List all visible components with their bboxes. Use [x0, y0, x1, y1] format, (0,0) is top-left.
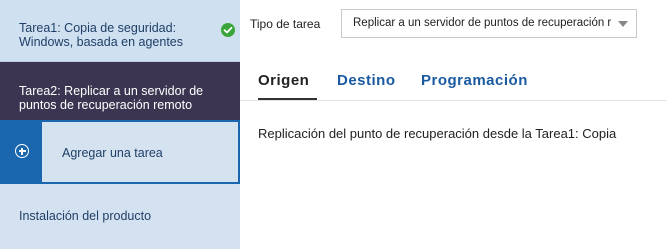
active-tab-indicator: [258, 98, 317, 100]
sidebar-item-task2-label: Tarea2: Replicar a un servidor de puntos…: [19, 84, 204, 112]
task-type-select[interactable]: Replicar a un servidor de puntos de recu…: [341, 9, 637, 38]
add-task-label: Agregar una tarea: [62, 146, 163, 160]
tab-origen[interactable]: Origen: [258, 72, 309, 89]
tab-destino[interactable]: Destino: [337, 72, 396, 89]
source-description: Replicación del punto de recuperación de…: [258, 126, 617, 141]
check-circle-icon: [221, 23, 235, 37]
task-type-select-value: Replicar a un servidor de puntos de recu…: [353, 17, 612, 29]
sidebar-item-task2[interactable]: Tarea2: Replicar a un servidor de puntos…: [0, 62, 240, 120]
sidebar-item-install[interactable]: Instalación del producto: [0, 186, 240, 249]
sidebar: Tarea1: Copia de seguridad: Windows, bas…: [0, 0, 240, 249]
add-task-icon-block: [2, 122, 42, 182]
task-type-label: Tipo de tarea: [250, 17, 321, 31]
chevron-down-icon: [618, 21, 628, 27]
sidebar-item-task1[interactable]: Tarea1: Copia de seguridad: Windows, bas…: [0, 0, 240, 62]
sidebar-item-task1-label: Tarea1: Copia de seguridad: Windows, bas…: [19, 21, 183, 49]
add-task-button[interactable]: Agregar una tarea: [0, 120, 240, 184]
tab-programacion[interactable]: Programación: [421, 72, 528, 89]
sidebar-item-install-label: Instalación del producto: [19, 209, 152, 223]
tab-bar: Origen Destino Programación: [240, 60, 666, 101]
plus-circle-icon: [15, 144, 29, 158]
